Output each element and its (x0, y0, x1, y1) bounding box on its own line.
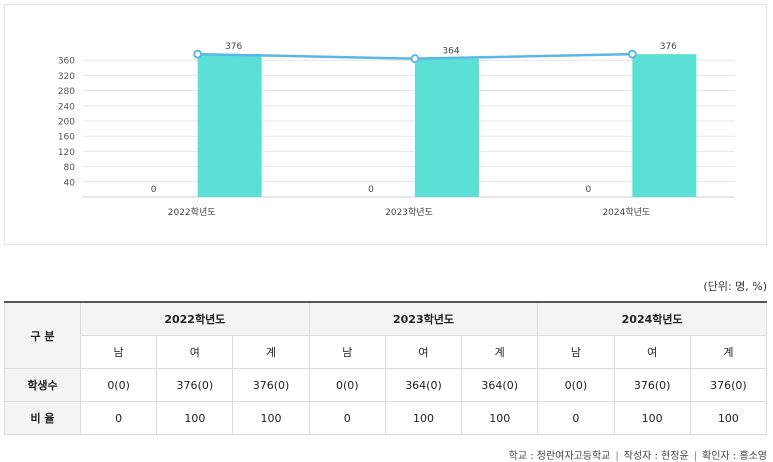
table-cell: 364(0) (461, 368, 539, 402)
bar-female (415, 58, 479, 198)
footer-author: 작성자 : 현정윤 (623, 451, 689, 462)
y-tick-label: 320 (58, 72, 75, 82)
year-header-row: 구 분 2022학년도 2023학년도 2024학년도 (4, 301, 767, 369)
gender-header: 남 (79, 335, 158, 369)
unit-label: (단위: 명, %) (703, 280, 767, 293)
data-label-male: 0 (151, 185, 157, 195)
row-label: 비 율 (4, 401, 81, 435)
table-cell: 0 (537, 401, 615, 435)
bar-female (632, 54, 697, 198)
corner-header: 구 분 (4, 301, 81, 369)
x-tick-label: 2022학년도 (168, 207, 216, 218)
bar-female (197, 54, 262, 198)
table-cell: 100 (613, 401, 691, 435)
gender-header: 남 (308, 335, 386, 369)
table-cell: 0(0) (79, 368, 158, 402)
data-label-total: 376 (660, 42, 677, 52)
gender-header-row: 남 여 계 남 여 계 남 여 계 (5, 335, 768, 369)
table-cell: 0(0) (537, 368, 615, 402)
table-cell: 364(0) (384, 368, 463, 402)
gender-header: 여 (384, 335, 463, 369)
table-row: 비 율 0 100 100 0 100 100 0 100 100 (4, 401, 768, 435)
year-header: 2022학년도 (80, 301, 310, 336)
gender-header: 남 (537, 335, 615, 369)
y-tick-label: 240 (58, 102, 75, 112)
table-cell: 0 (308, 401, 386, 435)
year-header: 2023학년도 (308, 301, 539, 336)
table-cell: 0(0) (308, 368, 386, 402)
table-cell: 100 (156, 401, 234, 435)
table-cell: 376(0) (232, 368, 310, 402)
line-point (410, 54, 420, 64)
line-point (627, 49, 637, 59)
table-row: 학생수 0(0) 376(0) 376(0) 0(0) 364(0) 364(0… (4, 368, 768, 402)
table-cell: 376(0) (156, 368, 234, 402)
table-cell: 100 (384, 401, 463, 435)
y-tick-label: 40 (64, 178, 76, 188)
table-cell: 100 (461, 401, 539, 435)
y-tick-label: 280 (58, 87, 75, 97)
student-stats-table: 구 분 2022학년도 2023학년도 2024학년도 남 여 계 남 여 계 … (4, 301, 768, 435)
year-header: 2024학년도 (537, 301, 767, 336)
y-tick-label: 360 (58, 57, 75, 67)
y-tick-label: 120 (58, 148, 75, 158)
footer-separator: | (693, 451, 698, 462)
gender-header: 여 (613, 335, 691, 369)
gender-header: 계 (232, 335, 310, 369)
gender-header: 계 (461, 335, 539, 369)
gender-header: 여 (156, 335, 234, 369)
table-cell: 376(0) (613, 368, 691, 402)
y-tick-label: 160 (58, 133, 75, 143)
table-cell: 0 (79, 401, 158, 435)
table-cell: 376(0) (689, 368, 768, 402)
line-point (193, 49, 203, 59)
footer-school: 학교 : 청란여자고등학교 (508, 451, 611, 462)
footer-separator: | (615, 451, 619, 462)
chart-container: 40 80 120 160 200 240 280 320 360 0 2022학년도 0 2023학년… (4, 4, 767, 245)
data-label-total: 376 (225, 42, 242, 52)
table-cell: 100 (689, 401, 768, 435)
gender-header: 계 (689, 335, 768, 369)
x-tick-label: 2023학년도 (385, 207, 433, 218)
y-tick-label: 80 (64, 163, 76, 173)
table-cell: 100 (232, 401, 310, 435)
footer-info: 학교 : 청란여자고등학교 | 작성자 : 현정윤 | 확인자 : 홍소영 (509, 447, 767, 462)
row-label: 학생수 (4, 368, 81, 402)
data-label-male: 0 (368, 185, 374, 195)
footer-checker: 확인자 : 홍소영 (702, 451, 767, 462)
x-tick-label: 2024학년도 (602, 207, 650, 218)
y-tick-label: 200 (58, 118, 75, 128)
data-label-male: 0 (585, 185, 591, 195)
bar-line-chart: 40 80 120 160 200 240 280 320 360 0 2022학년도 0 2023학년… (58, 42, 735, 218)
data-label-total: 364 (442, 47, 459, 57)
